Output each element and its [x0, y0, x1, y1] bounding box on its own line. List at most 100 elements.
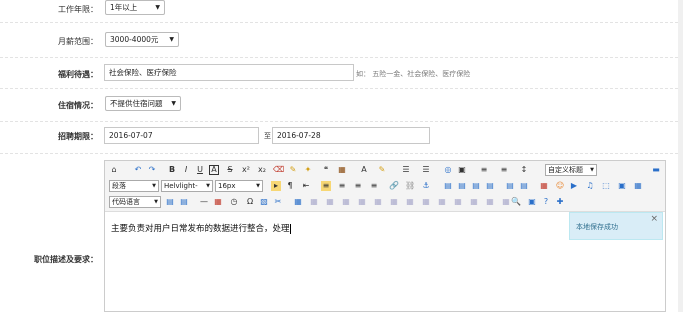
highlight-icon[interactable]: ✎	[377, 165, 387, 175]
split-rows-icon[interactable]: ▦	[469, 197, 479, 207]
salary-select[interactable]: 3000-4000元 ▼	[105, 32, 179, 47]
ordered-list-icon[interactable]: ☰	[401, 165, 411, 175]
split-cols-icon[interactable]: ▦	[485, 197, 495, 207]
justify-icon[interactable]: ≡	[369, 181, 379, 191]
delete-table-icon[interactable]: ▦	[309, 197, 319, 207]
delete-col-icon[interactable]: ▦	[389, 197, 399, 207]
editor-content[interactable]: 主要负责对用户日常发布的数据进行整合，处理	[111, 222, 291, 234]
music-icon[interactable]: ♫	[585, 181, 595, 191]
housing-select[interactable]: 不提供住宿问题 ▼	[105, 96, 181, 111]
align-right-icon[interactable]: ≡	[353, 181, 363, 191]
date-separator: 至	[264, 132, 271, 140]
line-height-icon[interactable]: ↕	[519, 165, 529, 175]
horizontal-rule-icon[interactable]: —	[199, 197, 209, 207]
underline-icon[interactable]: U	[195, 165, 205, 175]
clear-doc-icon[interactable]: ▣	[457, 165, 467, 175]
drafts-icon[interactable]: ✚	[555, 197, 565, 207]
split-cells-icon[interactable]: ▦	[453, 197, 463, 207]
source-code-icon[interactable]: ⌂	[109, 165, 119, 175]
ltr-icon[interactable]: ▸	[271, 181, 281, 191]
eraser-icon[interactable]: ⌫	[273, 165, 284, 175]
benefits-label: 福利待遇：	[58, 70, 98, 79]
code-language-select[interactable]: 代码语言 ▼	[109, 196, 161, 208]
work-years-label: 工作年限：	[58, 5, 98, 14]
select-all-icon[interactable]: ◎	[443, 165, 453, 175]
insert-col-icon[interactable]: ▦	[373, 197, 383, 207]
preview-icon[interactable]: ▣	[527, 197, 537, 207]
custom-heading-value: 自定义标题	[548, 166, 583, 174]
align-left-icon[interactable]: ≡	[321, 181, 331, 191]
date-icon[interactable]: ▦	[213, 197, 223, 207]
insert-image-icon[interactable]: ▤	[505, 181, 515, 191]
row-spacing-top-icon[interactable]: ≡	[479, 165, 489, 175]
start-date-input[interactable]: 2016-07-07	[104, 127, 259, 144]
end-date-input[interactable]: 2016-07-28	[272, 127, 430, 144]
help-icon[interactable]: ?	[541, 197, 551, 207]
insert-table-icon[interactable]: ▦	[293, 197, 303, 207]
font-size-value: 16px	[218, 182, 236, 190]
insert-row-icon[interactable]: ▦	[341, 197, 351, 207]
salary-value: 3000-4000元	[110, 35, 159, 44]
merge-cells-icon[interactable]: ▦	[405, 197, 415, 207]
font-color-icon[interactable]: A	[359, 165, 369, 175]
merge-right-icon[interactable]: ▦	[421, 197, 431, 207]
special-char-icon[interactable]: Ω	[245, 197, 255, 207]
scrawl-icon[interactable]: ▦	[539, 181, 549, 191]
custom-heading-select[interactable]: 自定义标题 ▼	[545, 164, 597, 176]
paste-plain-icon[interactable]: ▦	[337, 165, 347, 175]
insert-para-before-table-icon[interactable]: ▦	[325, 197, 335, 207]
multi-image-icon[interactable]: ▤	[519, 181, 529, 191]
video-icon[interactable]: ▶	[569, 181, 579, 191]
unordered-list-icon[interactable]: ☰	[421, 165, 431, 175]
redo-icon[interactable]: ↷	[147, 165, 157, 175]
anchor-icon[interactable]: ⚓	[421, 181, 431, 191]
superscript-icon[interactable]: x²	[241, 165, 251, 175]
gmap-icon[interactable]: ▦	[633, 181, 643, 191]
background-icon[interactable]: ▤	[179, 197, 189, 207]
fullscreen-icon[interactable]: ▬	[651, 165, 661, 175]
image-left-icon[interactable]: ▤	[457, 181, 467, 191]
italic-icon[interactable]: I	[181, 165, 191, 175]
template-icon[interactable]: ▤	[165, 197, 175, 207]
format-brush-icon[interactable]: ✎	[288, 165, 298, 175]
delete-row-icon[interactable]: ▦	[357, 197, 367, 207]
image-center-icon[interactable]: ▤	[485, 181, 495, 191]
merge-down-icon[interactable]: ▦	[437, 197, 447, 207]
work-years-select[interactable]: 1年以上 ▼	[105, 0, 165, 15]
image-right-icon[interactable]: ▤	[471, 181, 481, 191]
page-scrollbar[interactable]	[678, 0, 683, 312]
search-replace-icon[interactable]: 🔍	[511, 197, 521, 207]
housing-label: 住宿情况：	[58, 101, 98, 110]
font-size-select[interactable]: 16px ▼	[215, 180, 263, 192]
work-years-value: 1年以上	[110, 3, 138, 12]
font-border-icon[interactable]: A	[209, 165, 219, 175]
undo-icon[interactable]: ↶	[133, 165, 143, 175]
paragraph-select[interactable]: 段落 ▼	[109, 180, 159, 192]
unlink-icon[interactable]: ⛓	[405, 181, 415, 191]
chevron-down-icon: ▼	[206, 183, 210, 189]
blockquote-icon[interactable]: ❝	[321, 165, 331, 175]
close-icon[interactable]: ×	[650, 214, 658, 224]
strikethrough-icon[interactable]: S	[225, 165, 235, 175]
align-center-icon[interactable]: ≡	[337, 181, 347, 191]
table-props-icon[interactable]: ▦	[501, 197, 511, 207]
image-none-icon[interactable]: ▤	[443, 181, 453, 191]
auto-format-icon[interactable]: ✦	[303, 165, 313, 175]
time-icon[interactable]: ◷	[229, 197, 239, 207]
text-caret	[289, 223, 291, 234]
page-break-icon[interactable]: ✂	[273, 197, 283, 207]
chevron-down-icon: ▼	[169, 36, 174, 43]
rtl-icon[interactable]: ¶	[285, 181, 295, 191]
link-icon[interactable]: 🔗	[389, 181, 399, 191]
font-family-select[interactable]: Helvlight- ▼	[161, 180, 213, 192]
emotion-icon[interactable]: ☺	[555, 181, 565, 191]
attachment-icon[interactable]: ⬚	[601, 181, 611, 191]
map-icon[interactable]: ▣	[617, 181, 627, 191]
chevron-down-icon: ▼	[256, 183, 260, 189]
bold-icon[interactable]: B	[167, 165, 177, 175]
indent-icon[interactable]: ⇤	[301, 181, 311, 191]
subscript-icon[interactable]: x₂	[257, 165, 267, 175]
word-image-icon[interactable]: ▧	[259, 197, 269, 207]
benefits-input[interactable]: 社会保险、医疗保险	[104, 64, 354, 81]
row-spacing-bottom-icon[interactable]: ≡	[499, 165, 509, 175]
